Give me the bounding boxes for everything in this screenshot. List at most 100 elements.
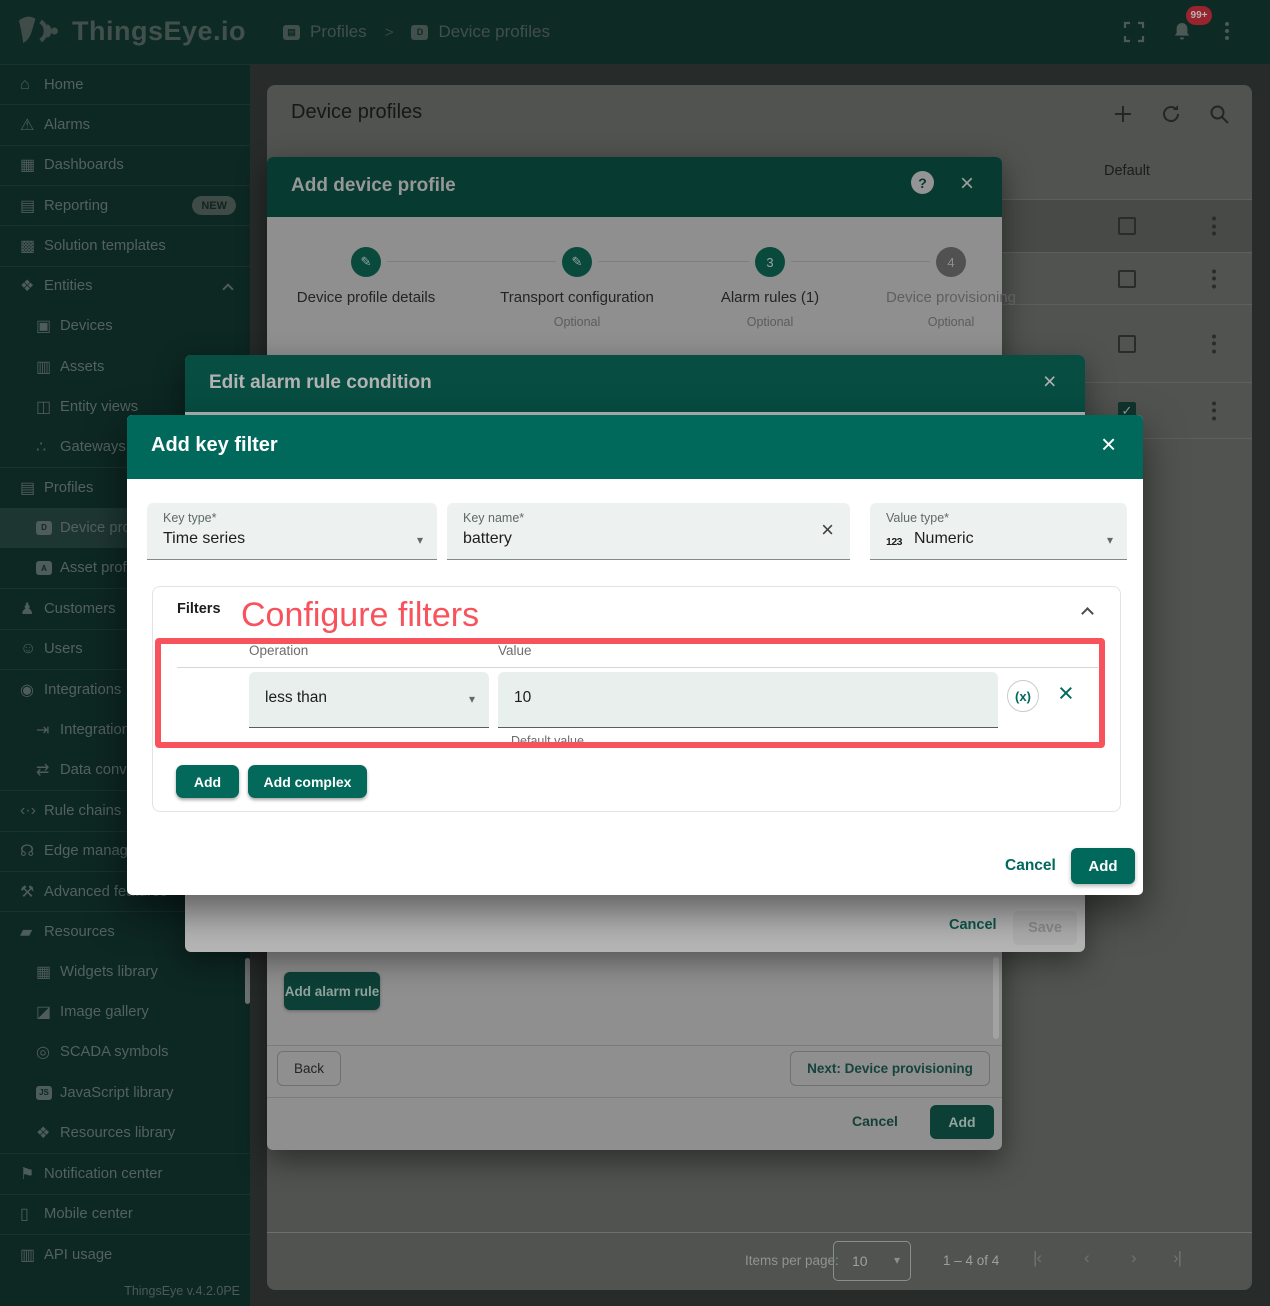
save-button[interactable]: Save <box>1013 911 1077 945</box>
cancel-button[interactable]: Cancel <box>852 1113 898 1129</box>
close-icon[interactable]: × <box>1043 368 1056 395</box>
numeric-123-icon: 123 <box>886 536 902 548</box>
default-checkbox[interactable] <box>1118 270 1136 288</box>
close-icon[interactable]: × <box>960 170 974 198</box>
dialog-title: Edit alarm rule condition <box>209 372 432 394</box>
sidebar-item-label: Mobile center <box>44 1206 133 1222</box>
default-checkbox[interactable] <box>1118 217 1136 235</box>
sidebar-item-alarms[interactable]: ⚠Alarms <box>0 104 250 144</box>
entities-icon: ❖ <box>20 276 44 296</box>
items-per-page-label: Items per page: <box>745 1253 839 1268</box>
sidebar-item-label: Home <box>44 77 83 93</box>
sidebar-item-dashboards[interactable]: ▦Dashboards <box>0 145 250 185</box>
sidebar-item-label: Integrations <box>44 682 121 698</box>
sidebar-item-reporting[interactable]: ▤ReportingNEW <box>0 185 250 225</box>
add-button[interactable]: Add <box>930 1105 994 1139</box>
row-actions-icon[interactable] <box>1212 401 1216 420</box>
sidebar-item-label: Entities <box>44 278 93 294</box>
add-entity-icon[interactable] <box>1112 103 1134 125</box>
sidebar-item-widgets-library[interactable]: ▦Widgets library <box>0 952 250 992</box>
next-device-provisioning-button[interactable]: Next: Device provisioning <box>790 1051 990 1086</box>
filter-add-button[interactable]: Add <box>176 765 239 798</box>
sidebar-item-label: Gateways <box>60 439 126 455</box>
header-menu-icon[interactable] <box>1225 22 1229 40</box>
widgets-library-icon: ▦ <box>36 962 60 982</box>
logo[interactable]: ThingsEye.io <box>12 10 246 52</box>
fullscreen-icon[interactable] <box>1123 21 1145 43</box>
items-per-page-value: 10 <box>852 1253 868 1269</box>
row-actions-icon[interactable] <box>1212 217 1216 236</box>
sidebar-item-notification-center[interactable]: ⚑Notification center <box>0 1153 250 1193</box>
sidebar-scrollbar[interactable] <box>245 958 250 1004</box>
row-actions-icon[interactable] <box>1212 269 1216 288</box>
step-pencil-icon[interactable]: ✎ <box>562 247 592 277</box>
chevron-up-icon <box>222 283 233 294</box>
close-icon[interactable]: × <box>1101 431 1116 457</box>
sidebar-item-label: Assets <box>60 359 104 375</box>
back-button[interactable]: Back <box>277 1051 341 1086</box>
row-actions-icon[interactable] <box>1212 334 1216 353</box>
last-page-icon[interactable]: ›| <box>1173 1248 1181 1268</box>
sidebar-item-mobile-center[interactable]: ▯Mobile center <box>0 1194 250 1234</box>
items-per-page-select[interactable]: 10 ▾ <box>833 1241 911 1281</box>
assets-icon: ▥ <box>36 357 60 377</box>
divider <box>267 1097 1002 1098</box>
sidebar-item-javascript-library[interactable]: JSJavaScript library <box>0 1073 250 1113</box>
cancel-button[interactable]: Cancel <box>1005 857 1056 875</box>
sidebar-item-label: Image gallery <box>60 1004 149 1020</box>
first-page-icon[interactable]: |‹ <box>1033 1248 1041 1268</box>
home-icon: ⌂ <box>20 76 44 94</box>
next-page-icon[interactable]: › <box>1131 1248 1136 1268</box>
column-header-default[interactable]: Default <box>1101 163 1153 179</box>
previous-page-icon[interactable]: ‹ <box>1084 1248 1089 1268</box>
notifications-bell-icon[interactable] <box>1171 21 1193 43</box>
sidebar-item-resources-library[interactable]: ❖Resources library <box>0 1113 250 1153</box>
step-4-circle[interactable]: 4 <box>936 247 966 277</box>
cancel-button[interactable]: Cancel <box>949 917 997 933</box>
help-icon[interactable]: ? <box>911 171 934 194</box>
key-name-label: Key name* <box>463 511 524 525</box>
collapse-chevron-icon[interactable] <box>1081 607 1094 620</box>
step-3-circle[interactable]: 3 <box>755 247 785 277</box>
profiles-icon: ▤ <box>20 478 44 498</box>
sidebar-item-solution-templates[interactable]: ▩Solution templates <box>0 225 250 265</box>
breadcrumb: ▤ Profiles > D Device profiles <box>283 0 550 64</box>
add-alarm-rule-button[interactable]: Add alarm rule <box>284 972 380 1010</box>
devices-icon: ▣ <box>36 316 60 336</box>
key-type-select[interactable]: Key type* Time series ▾ <box>147 503 437 560</box>
data-converters-icon: ⇄ <box>36 760 60 780</box>
refresh-icon[interactable] <box>1160 103 1182 125</box>
sidebar-item-scada-symbols[interactable]: ◎SCADA symbols <box>0 1032 250 1072</box>
logo-text: ThingsEye.io <box>72 16 246 47</box>
default-checkbox[interactable] <box>1118 335 1136 353</box>
edge-management-icon: ☊ <box>20 841 44 861</box>
step-connector <box>387 261 556 262</box>
breadcrumb-device-profiles[interactable]: Device profiles <box>438 22 550 42</box>
breadcrumb-profiles[interactable]: Profiles <box>310 22 367 42</box>
sidebar-item-label: Devices <box>60 318 113 334</box>
profiles-breadcrumb-icon: ▤ <box>283 25 300 40</box>
integration-icon: ⇥ <box>36 720 60 740</box>
key-type-value: Time series <box>163 530 245 548</box>
advanced-features-icon: ⚒ <box>20 882 44 902</box>
sidebar-item-home[interactable]: ⌂Home <box>0 64 250 104</box>
sidebar-item-api-usage[interactable]: ▥API usage <box>0 1234 250 1274</box>
page-title: Device profiles <box>291 101 422 124</box>
thingseye-logo-icon <box>12 10 64 52</box>
search-icon[interactable] <box>1208 103 1230 125</box>
sidebar-item-devices[interactable]: ▣Devices <box>0 306 250 346</box>
sidebar-item-image-gallery[interactable]: ◪Image gallery <box>0 992 250 1032</box>
step-pencil-icon[interactable]: ✎ <box>351 247 381 277</box>
api-usage-icon: ▥ <box>20 1245 44 1265</box>
dropdown-arrow-icon: ▾ <box>417 533 423 547</box>
sidebar-item-label: JavaScript library <box>60 1085 173 1101</box>
add-button[interactable]: Add <box>1071 848 1135 884</box>
value-type-select[interactable]: Value type* 123 Numeric ▾ <box>870 503 1127 560</box>
asset-profiles-icon: A <box>36 561 52 575</box>
sidebar-item-entities[interactable]: ❖Entities <box>0 266 250 306</box>
filter-add-complex-button[interactable]: Add complex <box>248 765 367 798</box>
dialog-scrollbar[interactable] <box>993 957 999 1039</box>
step-label: Device provisioning <box>841 289 1061 306</box>
key-name-input[interactable]: Key name* battery × <box>447 503 850 560</box>
clear-icon[interactable]: × <box>821 517 834 543</box>
